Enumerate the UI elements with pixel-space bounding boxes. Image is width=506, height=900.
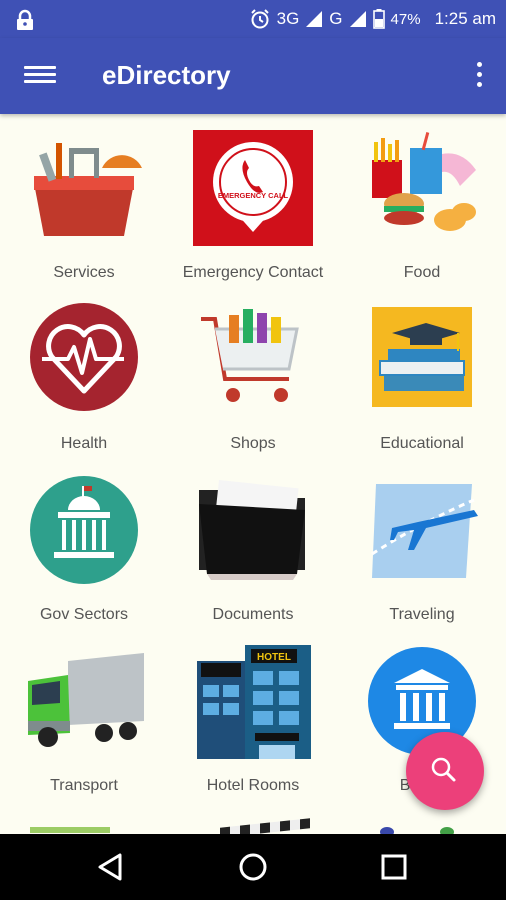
- menu-icon[interactable]: [24, 62, 56, 90]
- airplane-icon: [371, 484, 478, 578]
- lock-icon: [17, 9, 33, 30]
- recents-icon[interactable]: [374, 847, 414, 887]
- signal-icon: [306, 11, 323, 27]
- category-transport[interactable]: Transport: [0, 627, 168, 797]
- category-label: Documents: [212, 606, 294, 623]
- alarm-icon: [250, 9, 269, 29]
- category-health[interactable]: Health: [0, 285, 168, 455]
- clock: 1:25 am: [434, 9, 496, 28]
- category-food[interactable]: Food: [338, 114, 506, 284]
- app-bar: eDirectory: [0, 38, 506, 114]
- back-icon[interactable]: [92, 847, 132, 887]
- navigation-bar: [0, 834, 506, 900]
- category-label: Services: [53, 264, 115, 281]
- status-bar: 3G G 47% 1:25 am: [0, 0, 506, 38]
- shopping-cart-icon: [201, 309, 299, 402]
- status-indicators: 3G G 47% 1:25 am: [249, 0, 496, 38]
- books-graduation-icon: [372, 307, 472, 407]
- battery-percent: 47%: [390, 10, 421, 28]
- hotel-sign-text: HOTEL: [257, 652, 291, 663]
- category-label: Emergency Contact: [182, 264, 324, 281]
- more-options-icon[interactable]: [474, 62, 484, 92]
- toolbox-icon: [34, 143, 142, 236]
- network-type: 3G: [276, 9, 300, 28]
- emergency-call-text: EMERGENCY CALL: [218, 191, 289, 200]
- category-shops[interactable]: Shops: [169, 285, 337, 455]
- category-label: Hotel Rooms: [206, 777, 300, 794]
- category-gov-sectors[interactable]: Gov Sectors: [0, 456, 168, 626]
- network-type-2: G: [329, 9, 343, 28]
- partial-next-row: [0, 818, 506, 834]
- category-emergency-contact[interactable]: EMERGENCY CALL Emergency Contact: [169, 114, 337, 284]
- battery-icon: [372, 9, 385, 29]
- category-documents[interactable]: Documents: [169, 456, 337, 626]
- truck-icon: [28, 653, 144, 747]
- app-title: eDirectory: [102, 60, 231, 90]
- search-fab[interactable]: [406, 732, 484, 810]
- category-label: Educational: [380, 435, 464, 452]
- search-icon: [431, 757, 456, 782]
- category-label: Food: [403, 264, 441, 281]
- category-traveling[interactable]: Traveling: [338, 456, 506, 626]
- hotel-icon: HOTEL: [197, 645, 311, 759]
- home-icon[interactable]: [233, 847, 273, 887]
- government-building-icon: [30, 476, 138, 584]
- folder-icon: [199, 480, 305, 580]
- signal-icon-2: [349, 11, 366, 27]
- category-label: Traveling: [389, 606, 455, 623]
- fast-food-icon: [372, 132, 476, 231]
- category-educational[interactable]: Educational: [338, 285, 506, 455]
- heart-pulse-icon: [30, 303, 138, 411]
- category-label: Health: [60, 435, 108, 452]
- category-hotel-rooms[interactable]: HOTEL Hotel Rooms: [169, 627, 337, 797]
- category-label: Gov Sectors: [39, 606, 129, 623]
- emergency-call-icon: EMERGENCY CALL: [193, 130, 313, 246]
- category-label: Transport: [50, 777, 118, 794]
- category-grid: Services EMERGENCY CALL Emergency Contac…: [0, 114, 506, 834]
- category-label: Shops: [230, 435, 276, 452]
- category-services[interactable]: Services: [0, 114, 168, 284]
